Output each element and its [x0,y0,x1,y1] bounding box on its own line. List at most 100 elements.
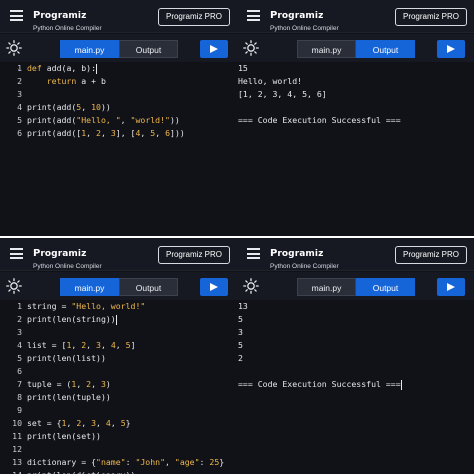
line-number: 11 [12,431,22,441]
code-line[interactable]: 3 [0,326,237,339]
code-line[interactable]: 6 [0,365,237,378]
programiz-logo[interactable]: Programiz Python Online Compiler [33,243,102,270]
view-tabs: main.py Output [60,40,178,58]
output-line: === Code Execution Successful === [238,115,401,125]
text-cursor [96,63,98,74]
theme-sun-icon[interactable] [243,40,259,56]
editor-toolbar: main.py Output [237,272,474,300]
line-number: 10 [12,418,22,428]
output-console: 13 5 3 5 2 === Code Execution Successful === [238,300,474,391]
code-line[interactable]: 8 print(len(tuple)) [0,391,237,404]
code-line[interactable]: 6 print(add([1, 2, 3], [4, 5, 6])) [0,127,237,140]
code-line[interactable]: 11 print(len(set)) [0,430,237,443]
programiz-logo[interactable]: Programiz Python Online Compiler [270,5,339,32]
menu-icon[interactable] [10,10,23,21]
run-play-icon [447,45,455,53]
tab-output[interactable]: Output [119,40,178,58]
tab-main-py[interactable]: main.py [297,278,356,296]
programiz-pro-button[interactable]: Programiz PRO [158,8,230,26]
line-number: 3 [17,327,22,337]
programiz-logo[interactable]: Programiz Python Online Compiler [33,5,102,32]
code-text: string = "Hello, world!" [27,301,146,311]
app-header: Programiz Python Online Compiler Program… [237,0,474,33]
code-line[interactable]: 2 return a + b [0,75,237,88]
line-number: 13 [12,457,22,467]
run-button[interactable] [437,278,465,296]
code-line[interactable]: 9 [0,404,237,417]
view-tabs: main.py Output [297,278,415,296]
code-text: print(len(tuple)) [27,392,111,402]
code-line[interactable]: 4 print(add(5, 10)) [0,101,237,114]
editor-toolbar: main.py Output [0,34,237,62]
code-editor[interactable]: 1 ⌄ def add(a, b): 2 return a + b 3 4 print(ad… [0,62,237,140]
output-console: 15 Hello, world! [1, 2, 3, 4, 5, 6] === Cod… [238,62,474,127]
code-text: return a + b [46,76,106,86]
code-line[interactable]: 1 ⌄ def add(a, b): [0,62,237,75]
code-line[interactable]: 13 dictionary = {"name": "John", "age": 2… [0,456,237,469]
line-number: 4 [17,102,22,112]
app-subtitle: Python Online Compiler [270,263,339,270]
line-number: 2 [17,76,22,86]
run-play-icon [210,45,218,53]
tab-main-py[interactable]: main.py [297,40,356,58]
code-text: print(add(5, 10)) [27,102,111,112]
line-number: 5 [17,353,22,363]
line-number: 1 [17,301,22,311]
code-line[interactable]: 12 [0,443,237,456]
output-line: [1, 2, 3, 4, 5, 6] [238,89,327,99]
menu-icon[interactable] [10,248,23,259]
menu-icon[interactable] [247,10,260,21]
fold-arrow-icon[interactable]: ⌄ [17,62,21,75]
code-line[interactable]: 1 string = "Hello, world!" [0,300,237,313]
code-line[interactable]: 14 print(len(dictionary)) [0,469,237,474]
code-line[interactable]: 7 tuple = (1, 2, 3) [0,378,237,391]
programiz-pro-button[interactable]: Programiz PRO [395,8,467,26]
programiz-logo[interactable]: Programiz Python Online Compiler [270,243,339,270]
code-text: print(add([1, 2, 3], [4, 5, 6])) [27,128,185,138]
theme-sun-icon[interactable] [243,278,259,294]
text-cursor [115,314,117,325]
run-button[interactable] [437,40,465,58]
code-editor[interactable]: 1 string = "Hello, world!" 2 print(len(stri… [0,300,237,474]
code-line[interactable]: 4 list = [1, 2, 3, 4, 5] [0,339,237,352]
menu-icon[interactable] [247,248,260,259]
code-text: print(len(string)) [27,314,117,325]
programiz-pro-button[interactable]: Programiz PRO [158,246,230,264]
line-number: 5 [17,115,22,125]
code-line[interactable]: 5 print(add("Hello, ", "world!")) [0,114,237,127]
app-subtitle: Python Online Compiler [33,25,102,32]
line-number: 14 [4,469,22,474]
line-number: 8 [17,392,22,402]
theme-sun-icon[interactable] [6,278,22,294]
compiler-panel-output-1: Programiz Python Online Compiler Program… [237,0,474,236]
tab-output[interactable]: Output [356,40,415,58]
code-line[interactable]: 10 set = {1, 2, 3, 4, 5} [0,417,237,430]
tab-output[interactable]: Output [356,278,415,296]
text-cursor [400,379,402,390]
tab-output[interactable]: Output [119,278,178,296]
output-line: === Code Execution Successful === [238,379,402,390]
run-button[interactable] [200,278,228,296]
run-button[interactable] [200,40,228,58]
tab-main-py[interactable]: main.py [60,278,119,296]
theme-sun-icon[interactable] [6,40,22,56]
run-play-icon [447,283,455,291]
tab-main-py[interactable]: main.py [60,40,119,58]
line-number: 6 [17,128,22,138]
code-line[interactable]: 2 print(len(string)) [0,313,237,326]
code-line[interactable]: 3 [0,88,237,101]
code-text: print(len(dictionary)) [27,469,135,474]
compiler-panel-editor-1: Programiz Python Online Compiler Program… [0,0,237,236]
line-number: 3 [17,89,22,99]
output-line: 5 [238,314,243,324]
compiler-panel-output-2: Programiz Python Online Compiler Program… [237,238,474,474]
code-text: set = {1, 2, 3, 4, 5} [27,418,131,428]
compiler-panel-editor-2: Programiz Python Online Compiler Program… [0,238,237,474]
output-line: 13 [238,301,248,311]
line-number: 12 [12,444,22,454]
app-header: Programiz Python Online Compiler Program… [237,238,474,271]
programiz-pro-button[interactable]: Programiz PRO [395,246,467,264]
code-line[interactable]: 5 print(len(list)) [0,352,237,365]
